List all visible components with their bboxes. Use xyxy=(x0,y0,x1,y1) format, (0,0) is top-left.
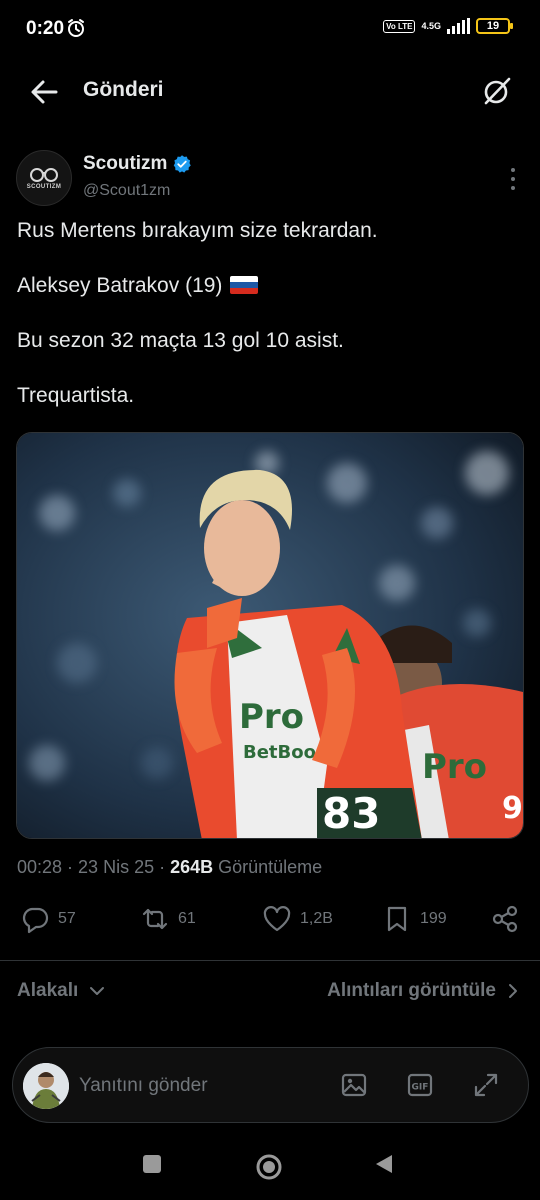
like-count: 1,2B xyxy=(300,910,333,927)
shirt-number: 83 xyxy=(322,789,380,838)
view-quotes-label: Alıntıları görüntüle xyxy=(327,980,496,1001)
signal-icon xyxy=(447,18,470,34)
gif-label: GIF xyxy=(412,1083,429,1093)
bookmark-count: 199 xyxy=(420,910,447,927)
back-triangle-icon[interactable] xyxy=(372,1152,396,1176)
heart-icon xyxy=(263,906,291,932)
related-dropdown[interactable]: Alakalı xyxy=(17,980,106,1002)
russia-flag-icon xyxy=(230,276,259,294)
binoculars-icon xyxy=(30,168,58,182)
meta-separator: · xyxy=(154,857,171,877)
divider xyxy=(0,960,540,961)
recents-icon[interactable] xyxy=(140,1152,164,1176)
repost-count: 61 xyxy=(178,910,196,927)
tweet-time: 00:28 xyxy=(17,857,63,877)
bookmark-icon xyxy=(387,906,407,932)
author-name-row[interactable]: Scoutizm xyxy=(83,153,192,175)
share-button[interactable] xyxy=(490,904,520,934)
tweet-line-1: Rus Mertens bırakayım size tekrardan. xyxy=(17,219,378,242)
repost-button[interactable]: 61 xyxy=(140,904,196,934)
gif-icon[interactable]: GIF xyxy=(405,1070,435,1100)
tweet-line-4: Trequartista. xyxy=(17,384,135,407)
share-icon xyxy=(492,905,518,933)
home-icon[interactable] xyxy=(254,1152,284,1182)
status-time: 0:20 xyxy=(26,18,65,39)
status-indicators: Vo LTE 4.5G 19 xyxy=(383,18,513,34)
author-avatar[interactable]: SCOUTIZM xyxy=(16,150,72,206)
reply-input[interactable]: Yanıtını gönder xyxy=(79,1075,208,1097)
bookmark-button[interactable]: 199 xyxy=(382,904,447,934)
battery-icon: 19 xyxy=(476,18,513,34)
football-player-photo: Pro 9 Pro BetBoom 83 xyxy=(17,433,523,838)
reply-composer[interactable]: Yanıtını gönder GIF xyxy=(12,1047,529,1123)
status-bar: 0:20 Vo LTE 4.5G 19 xyxy=(0,0,540,60)
verified-badge-icon xyxy=(174,155,192,173)
tweet-actions: 57 61 1,2B 199 xyxy=(0,900,540,944)
reply-count: 57 xyxy=(58,910,76,927)
shirt-logo: Pro xyxy=(239,697,304,737)
expand-icon[interactable] xyxy=(471,1070,501,1100)
meta-separator: · xyxy=(62,857,79,877)
tweet-line-2: Aleksey Batrakov (19) xyxy=(17,273,527,299)
view-count[interactable]: 264B xyxy=(170,857,213,877)
view-quotes-link[interactable]: Alıntıları görüntüle xyxy=(327,980,520,1002)
battery-level: 19 xyxy=(486,20,500,32)
like-button[interactable]: 1,2B xyxy=(262,904,333,934)
image-icon[interactable] xyxy=(339,1070,369,1100)
view-label[interactable]: Görüntüleme xyxy=(213,857,322,877)
chevron-down-icon xyxy=(90,987,105,995)
user-avatar xyxy=(23,1063,69,1109)
tweet-media-image[interactable]: Pro 9 Pro BetBoom 83 xyxy=(16,432,524,839)
page-header: Gönderi xyxy=(0,60,540,122)
more-options-icon[interactable] xyxy=(508,168,518,190)
system-navigation-bar xyxy=(0,1140,540,1200)
avatar-logo-text: SCOUTIZM xyxy=(26,184,62,190)
author-name[interactable]: Scoutizm xyxy=(83,153,167,175)
chevron-right-icon xyxy=(509,984,517,998)
tweet-line-2-text: Aleksey Batrakov (19) xyxy=(17,274,223,297)
author-handle[interactable]: @Scout1zm xyxy=(83,182,170,200)
reply-icon xyxy=(22,907,49,934)
tweet-line-3: Bu sezon 32 maçta 13 gol 10 asist. xyxy=(17,329,344,352)
background-shirt-logo: Pro xyxy=(422,747,487,787)
background-shirt-number: 9 xyxy=(502,791,523,826)
grok-icon[interactable] xyxy=(480,74,514,108)
volte-badge: Vo LTE xyxy=(383,19,416,33)
tweet-meta: 00:28 · 23 Nis 25 · 264B Görüntüleme xyxy=(17,857,322,878)
related-label: Alakalı xyxy=(17,980,79,1001)
tweet-date: 23 Nis 25 xyxy=(78,857,155,877)
reply-button[interactable]: 57 xyxy=(20,904,76,934)
repost-icon xyxy=(142,908,168,930)
network-type: 4.5G xyxy=(421,20,441,31)
back-arrow-icon[interactable] xyxy=(26,74,62,110)
page-title: Gönderi xyxy=(83,78,164,101)
alarm-icon xyxy=(68,19,84,37)
